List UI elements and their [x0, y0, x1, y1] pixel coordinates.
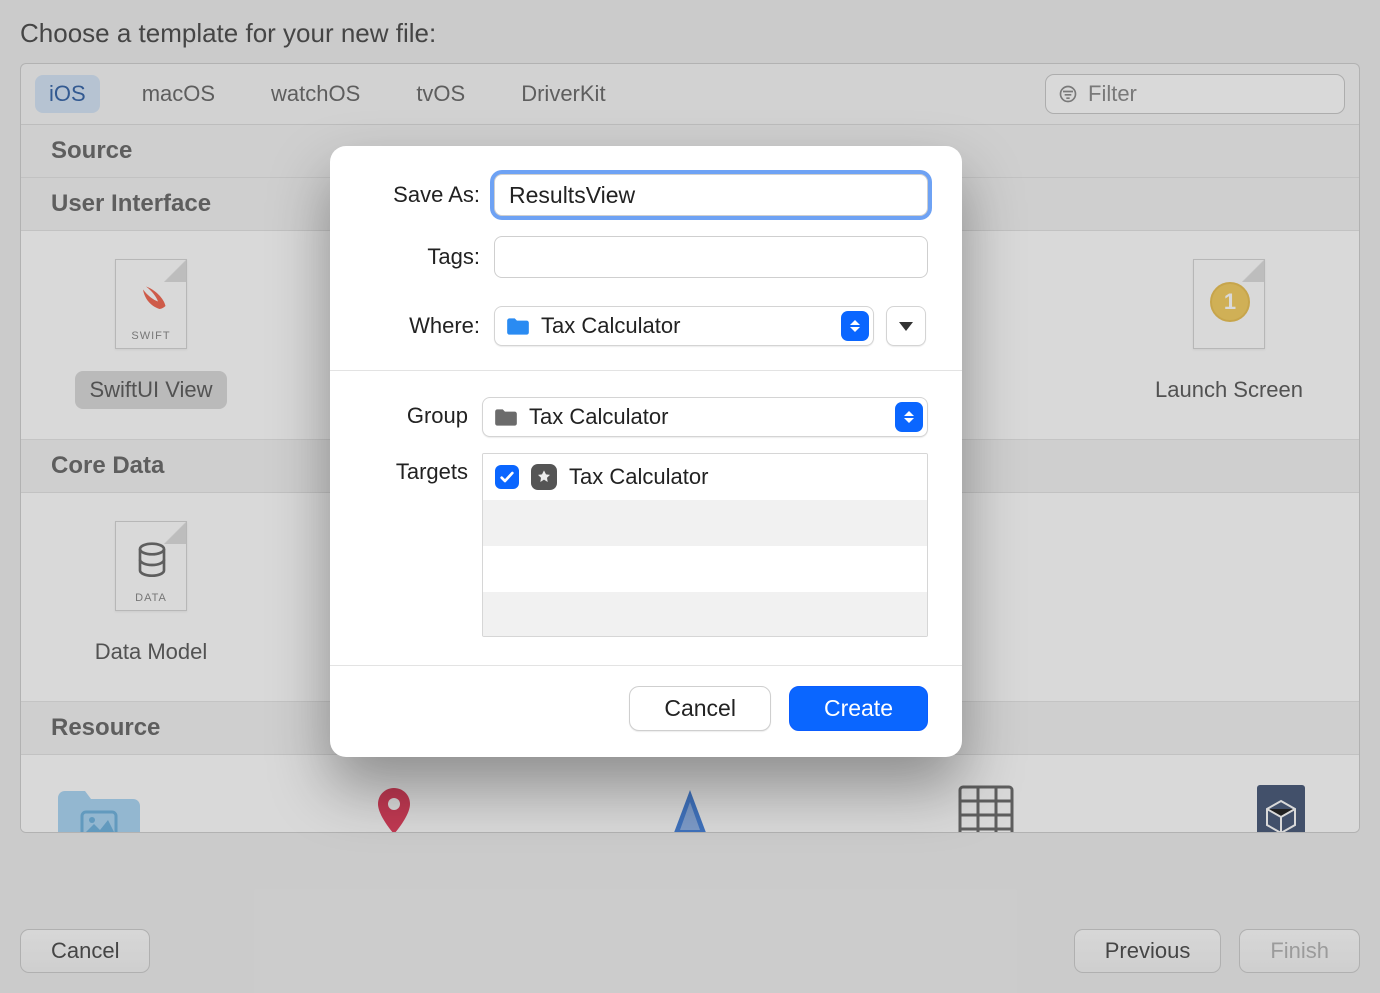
reality-file-icon[interactable]: [1233, 775, 1329, 833]
bg-cancel-button[interactable]: Cancel: [20, 929, 150, 973]
data-file-icon: DATA: [115, 521, 187, 611]
folder-icon: [505, 315, 531, 337]
target-row[interactable]: Tax Calculator: [483, 454, 927, 500]
tags-input[interactable]: [494, 236, 928, 278]
filter-icon: [1058, 84, 1078, 104]
save-as-input[interactable]: [494, 174, 928, 216]
page-title: Choose a template for your new file:: [20, 18, 1360, 49]
save-as-label: Save As:: [364, 182, 494, 208]
filter-placeholder: Filter: [1088, 81, 1137, 107]
target-row-empty: [483, 592, 927, 637]
sheet-cancel-button[interactable]: Cancel: [629, 686, 771, 731]
template-data-model[interactable]: DATA Data Model: [51, 517, 251, 671]
gpx-icon[interactable]: [642, 775, 738, 833]
bg-finish-button: Finish: [1239, 929, 1360, 973]
target-name: Tax Calculator: [569, 464, 708, 490]
chevron-down-icon: [899, 322, 913, 331]
target-checkbox[interactable]: [495, 465, 519, 489]
tab-driverkit[interactable]: DriverKit: [507, 75, 619, 113]
template-launch-screen[interactable]: 1 Launch Screen: [1129, 255, 1329, 409]
asset-catalog-icon[interactable]: [51, 775, 147, 833]
target-row-empty: [483, 500, 927, 546]
group-value: Tax Calculator: [529, 404, 668, 430]
geojson-icon[interactable]: [347, 775, 443, 833]
tab-watchos[interactable]: watchOS: [257, 75, 374, 113]
where-popup[interactable]: Tax Calculator: [494, 306, 874, 346]
updown-arrows-icon: [841, 311, 869, 341]
sheet-create-button[interactable]: Create: [789, 686, 928, 731]
launch-screen-icon: 1: [1193, 259, 1265, 349]
tags-label: Tags:: [364, 244, 494, 270]
targets-label: Targets: [364, 453, 482, 485]
group-label: Group: [364, 397, 482, 429]
property-list-icon[interactable]: [938, 775, 1034, 833]
where-label: Where:: [364, 313, 494, 339]
targets-list: Tax Calculator: [482, 453, 928, 637]
expand-location-button[interactable]: [886, 306, 926, 346]
filter-input[interactable]: Filter: [1045, 74, 1345, 114]
updown-arrows-icon: [895, 402, 923, 432]
template-label: Data Model: [81, 633, 222, 671]
where-value: Tax Calculator: [541, 313, 680, 339]
swift-file-icon: SWIFT: [115, 259, 187, 349]
bg-previous-button[interactable]: Previous: [1074, 929, 1222, 973]
template-label: SwiftUI View: [75, 371, 226, 409]
template-swiftui-view[interactable]: SWIFT SwiftUI View: [51, 255, 251, 409]
group-popup[interactable]: Tax Calculator: [482, 397, 928, 437]
target-row-empty: [483, 546, 927, 592]
app-icon: [531, 464, 557, 490]
tab-tvos[interactable]: tvOS: [402, 75, 479, 113]
template-label: Launch Screen: [1141, 371, 1317, 409]
tab-macos[interactable]: macOS: [128, 75, 229, 113]
platform-tabs: iOS macOS watchOS tvOS DriverKit: [35, 75, 620, 113]
tab-ios[interactable]: iOS: [35, 75, 100, 113]
folder-icon: [493, 406, 519, 428]
save-sheet: Save As: Tags: Where: Tax Calculator: [330, 146, 962, 757]
